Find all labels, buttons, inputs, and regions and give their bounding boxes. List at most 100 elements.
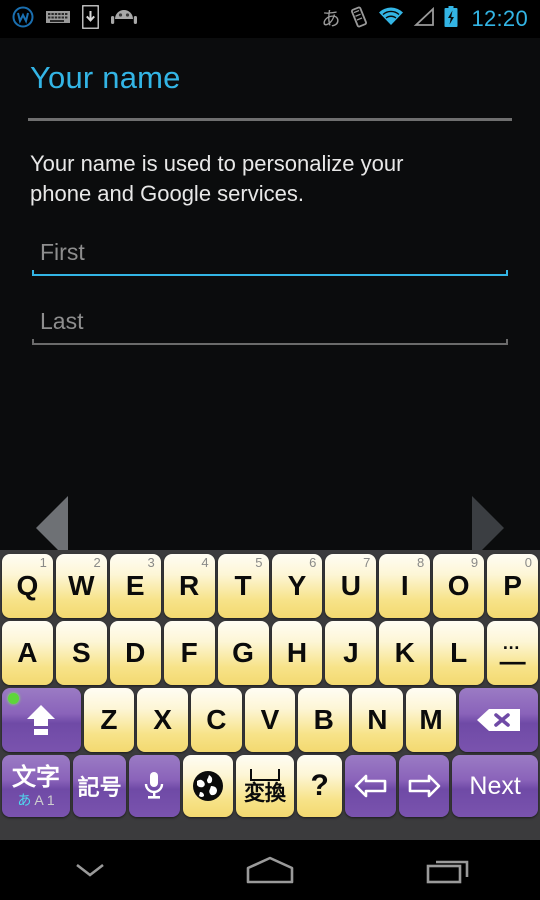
key-m[interactable]: M bbox=[405, 688, 457, 752]
key-v[interactable]: V bbox=[244, 688, 296, 752]
key-label: Y bbox=[287, 570, 307, 601]
key-h[interactable]: H bbox=[271, 621, 323, 685]
status-bar: あ 12:20 bbox=[0, 0, 540, 38]
symbol-key[interactable]: 記号 bbox=[73, 755, 127, 817]
globe-icon bbox=[192, 771, 223, 801]
key-o[interactable]: 9O bbox=[433, 554, 485, 618]
key-hint: 4 bbox=[201, 555, 209, 570]
status-bar-notification-icons bbox=[0, 4, 137, 34]
ime-japanese-icon: あ bbox=[321, 8, 341, 30]
cursor-left-key[interactable] bbox=[345, 755, 396, 817]
last-name-field[interactable] bbox=[32, 302, 508, 345]
setup-content: Your name Your name is used to personali… bbox=[0, 38, 540, 560]
key-hint: 6 bbox=[309, 555, 317, 570]
backspace-icon bbox=[476, 709, 520, 731]
caps-lock-led-icon bbox=[8, 693, 20, 704]
language-switch-key[interactable] bbox=[182, 755, 233, 817]
mic-icon bbox=[145, 772, 164, 799]
arrow-left-icon bbox=[354, 774, 386, 798]
key-r[interactable]: 4R bbox=[163, 554, 215, 618]
home-icon bbox=[246, 856, 294, 884]
key-t[interactable]: 5T bbox=[217, 554, 269, 618]
key-n[interactable]: N bbox=[352, 688, 403, 752]
key-label: U bbox=[340, 570, 361, 601]
key-w[interactable]: 2W bbox=[55, 554, 107, 618]
key-label: I bbox=[400, 570, 409, 601]
henkan-label: 変換 bbox=[243, 781, 286, 805]
status-bar-system-icons: あ 12:20 bbox=[321, 5, 540, 33]
conversion-key[interactable]: 変換 bbox=[235, 755, 294, 817]
key-ellipsis-dash[interactable]: … — bbox=[487, 621, 539, 685]
system-navigation-bar bbox=[0, 840, 540, 900]
recents-button[interactable] bbox=[360, 855, 540, 885]
key-label: W bbox=[68, 570, 95, 601]
keyboard-row-4: 文字 あA 1 記号 変換 ? Next bbox=[2, 755, 538, 817]
name-fields bbox=[0, 209, 540, 345]
hide-keyboard-button[interactable] bbox=[0, 858, 180, 882]
shift-arrow-icon bbox=[27, 705, 56, 735]
key-e[interactable]: 3E bbox=[109, 554, 161, 618]
key-q[interactable]: 1Q bbox=[1, 554, 53, 618]
key-y[interactable]: 6Y bbox=[271, 554, 323, 618]
moji-latin: A 1 bbox=[34, 791, 55, 808]
page-title: Your name bbox=[30, 60, 181, 95]
chevron-down-icon bbox=[76, 863, 104, 877]
key-j[interactable]: J bbox=[325, 621, 377, 685]
status-bar-clock: 12:20 bbox=[471, 6, 528, 31]
key-label: Q bbox=[16, 570, 39, 601]
key-hint: 3 bbox=[147, 555, 155, 570]
key-hint: 0 bbox=[524, 555, 533, 570]
space-bracket-icon bbox=[249, 768, 280, 781]
first-name-field[interactable] bbox=[32, 233, 508, 276]
recents-icon bbox=[426, 860, 469, 884]
question-key[interactable]: ? bbox=[296, 755, 343, 817]
key-a[interactable]: A bbox=[1, 621, 53, 685]
key-hint: 1 bbox=[39, 555, 47, 570]
vibrate-icon bbox=[349, 6, 369, 33]
key-d[interactable]: D bbox=[109, 621, 161, 685]
key-x[interactable]: X bbox=[137, 688, 188, 752]
mic-key[interactable] bbox=[129, 755, 180, 817]
key-l[interactable]: L bbox=[433, 621, 485, 685]
cursor-right-key[interactable] bbox=[398, 755, 450, 817]
key-z[interactable]: Z bbox=[83, 688, 135, 752]
keyboard-row-2: A S D F G H J K L … — bbox=[1, 621, 539, 685]
w-logo-icon bbox=[12, 6, 34, 33]
android-icon bbox=[111, 8, 137, 31]
key-f[interactable]: F bbox=[163, 621, 215, 685]
software-keyboard: 1Q 2W 3E 4R 5T 6Y 7U 8I 9O 0P A S D F G … bbox=[0, 550, 540, 840]
key-k[interactable]: K bbox=[379, 621, 431, 685]
key-c[interactable]: C bbox=[190, 688, 242, 752]
backspace-key[interactable] bbox=[459, 688, 538, 752]
home-button[interactable] bbox=[180, 855, 360, 885]
key-hint: 7 bbox=[363, 555, 371, 570]
moji-label: 文字 bbox=[12, 763, 61, 791]
key-i[interactable]: 8I bbox=[379, 554, 431, 618]
character-mode-key[interactable]: 文字 あA 1 bbox=[2, 755, 71, 817]
key-label: E bbox=[125, 570, 145, 601]
last-name-input[interactable] bbox=[32, 302, 508, 343]
key-s[interactable]: S bbox=[55, 621, 107, 685]
cell-signal-icon bbox=[413, 6, 435, 32]
battery-charging-icon bbox=[444, 5, 458, 33]
key-label: P bbox=[503, 570, 522, 601]
key-p[interactable]: 0P bbox=[487, 554, 539, 618]
key-hint: 2 bbox=[93, 555, 101, 570]
key-b[interactable]: B bbox=[298, 688, 350, 752]
keyboard-icon bbox=[46, 9, 70, 30]
key-hint: 9 bbox=[470, 555, 479, 570]
moji-sublabel: あA 1 bbox=[17, 793, 54, 807]
key-label: R bbox=[179, 570, 200, 601]
first-name-input[interactable] bbox=[32, 233, 508, 274]
key-hint: 8 bbox=[416, 555, 425, 570]
key-g[interactable]: G bbox=[217, 621, 269, 685]
key-u[interactable]: 7U bbox=[325, 554, 377, 618]
dash-glyph: — bbox=[499, 646, 526, 676]
arrow-right-icon bbox=[408, 774, 441, 798]
download-to-device-icon bbox=[81, 4, 100, 34]
moji-kana: あ bbox=[17, 791, 32, 808]
next-key[interactable]: Next bbox=[452, 755, 538, 817]
key-label: T bbox=[234, 570, 252, 601]
shift-key[interactable] bbox=[2, 688, 81, 752]
first-name-underline bbox=[32, 270, 508, 276]
